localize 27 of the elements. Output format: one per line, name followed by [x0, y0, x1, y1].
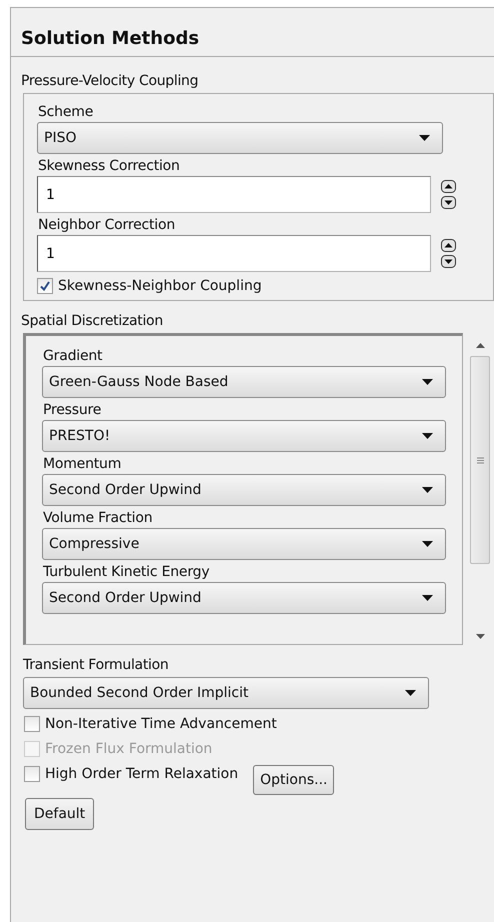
field-label: Neighbor Correction: [37, 216, 176, 235]
dropdown[interactable]: PRESTO!: [42, 420, 446, 452]
field-label: Gradient: [42, 347, 104, 366]
field-label: Volume Fraction: [42, 509, 154, 528]
dropdown[interactable]: PISO: [37, 122, 443, 154]
options-button[interactable]: Options...: [253, 764, 334, 794]
panel-title: Solution Methods: [11, 8, 494, 57]
dropdown[interactable]: Second Order Upwind: [42, 474, 446, 506]
field-label: Turbulent Kinetic Energy: [42, 563, 210, 582]
group-label: Transient Formulation: [22, 656, 170, 675]
checkbox-label: Skewness-Neighbor Coupling: [58, 278, 262, 294]
number-field[interactable]: 1: [37, 235, 431, 272]
field-label: Scheme: [37, 103, 94, 122]
field-label: Momentum: [42, 455, 122, 474]
dropdown[interactable]: Green-Gauss Node Based: [42, 366, 446, 398]
checkbox-label: High Order Term Relaxation: [45, 766, 238, 782]
dropdown[interactable]: Bounded Second Order Implicit: [23, 677, 429, 709]
group-label: Pressure-Velocity Coupling: [20, 72, 200, 91]
default-button[interactable]: Default: [25, 798, 94, 830]
group-label: Spatial Discretization: [20, 312, 164, 331]
number-field[interactable]: 1: [37, 176, 431, 213]
checkbox-label: Frozen Flux Formulation: [45, 740, 212, 756]
field-label: Skewness Correction: [37, 157, 181, 176]
checkbox-label: Non-Iterative Time Advancement: [45, 716, 277, 732]
dropdown[interactable]: Second Order Upwind: [42, 582, 446, 614]
dropdown[interactable]: Compressive: [42, 528, 446, 560]
field-label: Pressure: [42, 401, 102, 420]
